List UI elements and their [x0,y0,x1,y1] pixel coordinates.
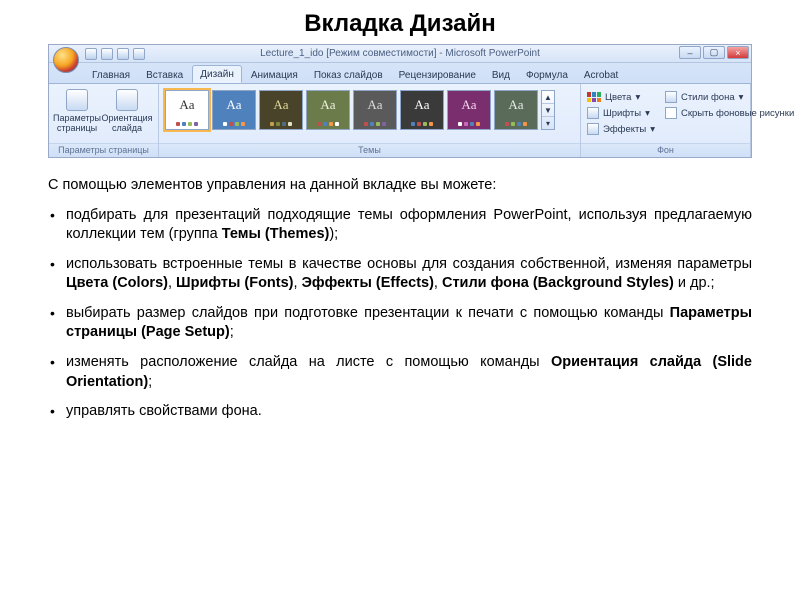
effects-icon [587,123,599,135]
list-item: использовать встроенные темы в качестве … [48,255,752,294]
theme-preview-text: Aa [307,91,349,119]
list-item: изменять расположение слайда на листе с … [48,353,752,392]
bg-styles-icon [665,91,677,103]
gallery-scroll[interactable]: ▲▼▾ [541,90,555,130]
tab-анимация[interactable]: Анимация [244,67,305,83]
page-setup-button[interactable]: Параметры страницы [55,87,99,133]
quick-access-toolbar [85,48,145,60]
fonts-icon [587,107,599,119]
bg-styles-label: Стили фона [681,92,735,103]
group-label-page: Параметры страницы [49,143,158,157]
group-label-bg: Фон [581,143,750,157]
minimize-button[interactable]: – [679,46,701,59]
tab-дизайн[interactable]: Дизайн [192,65,242,83]
theme-color-dots [213,119,255,129]
orientation-label: Ориентация слайда [101,113,152,133]
bullet-list: подбирать для презентаций подходящие тем… [48,206,752,422]
bold-term: Стили фона (Background Styles) [442,275,674,291]
theme-gallery[interactable]: AaAaAaAaAaAaAaAa▲▼▾ [165,87,555,130]
body-text: С помощью элементов управления на данной… [48,176,752,422]
effects-button[interactable]: Эффекты▾ [587,121,655,137]
hide-bg-label: Скрыть фоновые рисунки [681,108,794,119]
bold-term: Параметры страницы (Page Setup) [66,305,752,341]
hide-bg-checkbox[interactable]: Скрыть фоновые рисунки [665,105,794,121]
theme-thumb[interactable]: Aa [494,90,538,130]
theme-preview-text: Aa [166,91,208,119]
ribbon-body: Параметры страницы Ориентация слайда Пар… [49,83,751,157]
effects-label: Эффекты [603,124,646,135]
window-titlebar: Lecture_1_ido [Режим совместимости] - Mi… [49,45,751,63]
theme-thumb[interactable]: Aa [306,90,350,130]
qat-redo-icon[interactable] [117,48,129,60]
theme-color-dots [401,119,443,129]
theme-color-dots [448,119,490,129]
gallery-nav-arrow-icon[interactable]: ▼ [542,104,554,117]
checkbox-icon [665,107,677,119]
slide-orientation-button[interactable]: Ориентация слайда [105,87,149,133]
theme-thumb[interactable]: Aa [212,90,256,130]
theme-preview-text: Aa [260,91,302,119]
tab-вставка[interactable]: Вставка [139,67,190,83]
fonts-button[interactable]: Шрифты▾ [587,105,655,121]
orientation-icon [116,89,138,111]
qat-undo-icon[interactable] [101,48,113,60]
tab-acrobat[interactable]: Acrobat [577,67,625,83]
theme-preview-text: Aa [213,91,255,119]
tab-главная[interactable]: Главная [85,67,137,83]
theme-color-dots [495,119,537,129]
bold-term: Шрифты (Fonts) [176,275,293,291]
theme-color-dots [354,119,396,129]
colors-button[interactable]: Цвета▾ [587,89,655,105]
bold-term: Цвета (Colors) [66,275,168,291]
colors-label: Цвета [605,92,631,103]
group-background: Цвета▾ Шрифты▾ Эффекты▾ [581,84,751,157]
tab-формула[interactable]: Формула [519,67,575,83]
theme-thumb[interactable]: Aa [259,90,303,130]
tab-вид[interactable]: Вид [485,67,517,83]
theme-preview-text: Aa [401,91,443,119]
bold-term: Эффекты (Effects) [302,275,434,291]
fonts-label: Шрифты [603,108,641,119]
office-button-icon[interactable] [53,47,79,73]
group-page-setup: Параметры страницы Ориентация слайда Пар… [49,84,159,157]
ribbon-screenshot: Lecture_1_ido [Режим совместимости] - Mi… [48,44,752,158]
list-item: управлять свойствами фона. [48,402,752,422]
theme-color-dots [307,119,349,129]
page-title: Вкладка Дизайн [48,10,752,38]
theme-color-dots [166,119,208,129]
list-item: подбирать для презентаций подходящие тем… [48,206,752,245]
qat-save-icon[interactable] [85,48,97,60]
background-styles-button[interactable]: Стили фона▾ [665,89,794,105]
maximize-button[interactable]: ▢ [703,46,725,59]
group-themes: AaAaAaAaAaAaAaAa▲▼▾ Темы [159,84,581,157]
theme-thumb[interactable]: Aa [400,90,444,130]
theme-preview-text: Aa [448,91,490,119]
bold-term: Ориентация слайда (Slide Orientation) [66,354,752,390]
theme-thumb[interactable]: Aa [353,90,397,130]
tab-показ слайдов[interactable]: Показ слайдов [307,67,390,83]
intro-text: С помощью элементов управления на данной… [48,176,752,196]
theme-color-dots [260,119,302,129]
theme-thumb[interactable]: Aa [447,90,491,130]
bold-term: Темы (Themes) [222,226,330,242]
list-item: выбирать размер слайдов при подготовке п… [48,304,752,343]
qat-print-icon[interactable] [133,48,145,60]
document-title: Lecture_1_ido [Режим совместимости] - Mi… [49,48,751,59]
gallery-nav-arrow-icon[interactable]: ▲ [542,91,554,104]
page-setup-label: Параметры страницы [53,113,101,133]
theme-thumb[interactable]: Aa [165,90,209,130]
page-setup-icon [66,89,88,111]
gallery-nav-arrow-icon[interactable]: ▾ [542,117,554,129]
ribbon-tabs: ГлавнаяВставкаДизайнАнимацияПоказ слайдо… [49,63,751,83]
tab-рецензирование[interactable]: Рецензирование [392,67,483,83]
group-label-themes: Темы [159,143,580,157]
theme-preview-text: Aa [495,91,537,119]
close-button[interactable]: × [727,46,749,59]
window-controls: – ▢ × [679,46,749,59]
palette-icon [587,92,601,102]
theme-preview-text: Aa [354,91,396,119]
